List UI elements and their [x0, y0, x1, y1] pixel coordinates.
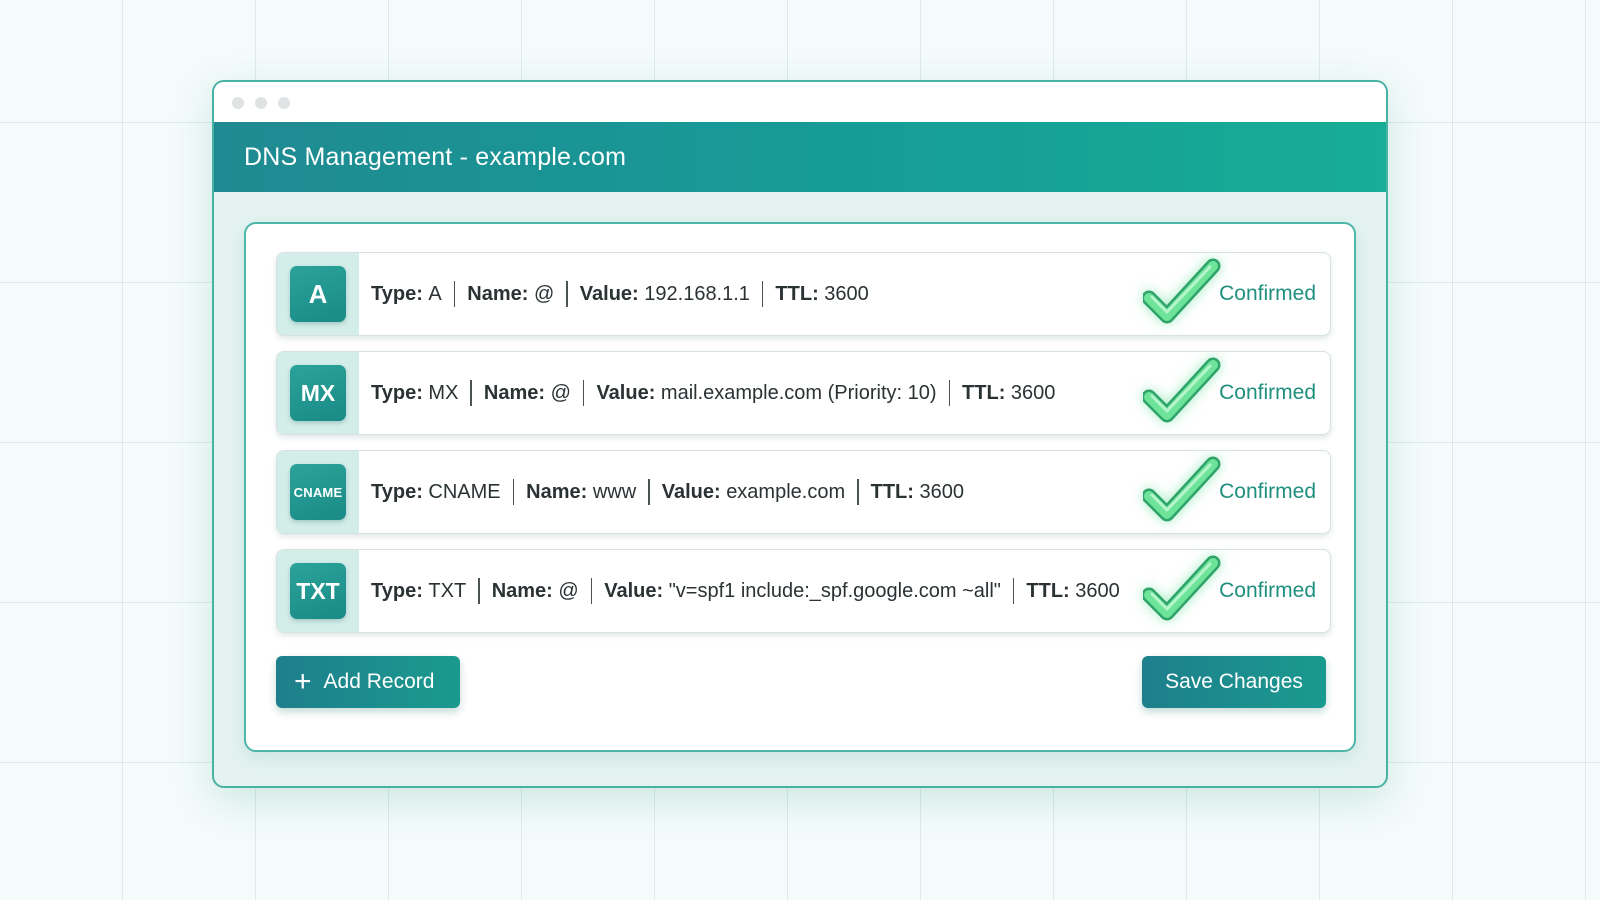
field-divider — [761, 281, 764, 307]
name-value: @ — [558, 579, 579, 602]
add-record-label: Add Record — [323, 670, 435, 693]
status-badge: Confirmed — [1219, 381, 1316, 404]
status-badge: Confirmed — [1219, 282, 1316, 305]
dns-record-row[interactable]: MX Type: MX Name: @ Value: mail.example.… — [276, 351, 1331, 435]
record-type-badge: MX — [290, 365, 346, 421]
add-record-button[interactable]: + Add Record — [276, 656, 460, 708]
record-badge-column: TXT — [277, 550, 359, 632]
check-icon — [1143, 456, 1221, 522]
field-divider — [453, 281, 456, 307]
value-label: Value: — [604, 579, 664, 602]
ttl-value: 3600 — [824, 282, 869, 305]
name-value: @ — [550, 381, 571, 404]
field-divider — [1012, 578, 1015, 604]
record-value: 192.168.1.1 — [644, 282, 750, 305]
status-badge: Confirmed — [1219, 579, 1316, 602]
record-type-badge: CNAME — [290, 464, 346, 520]
type-label: Type: — [371, 480, 423, 503]
ttl-label: TTL: — [870, 480, 914, 503]
page-header: DNS Management - example.com — [214, 122, 1386, 192]
ttl-value: 3600 — [1075, 579, 1120, 602]
field-divider — [478, 578, 480, 604]
type-value: A — [428, 282, 442, 305]
name-label: Name: — [467, 282, 529, 305]
value-label: Value: — [596, 381, 656, 404]
record-status: Confirmed — [1143, 253, 1316, 335]
ttl-value: 3600 — [1010, 381, 1056, 404]
window-titlebar — [214, 82, 1386, 122]
record-status: Confirmed — [1143, 451, 1316, 533]
save-changes-label: Save Changes — [1165, 670, 1303, 693]
field-divider — [857, 479, 859, 505]
field-divider — [470, 380, 472, 406]
type-value: TXT — [428, 579, 467, 602]
record-status: Confirmed — [1143, 550, 1316, 632]
record-value: example.com — [726, 480, 846, 503]
record-badge-column: MX — [277, 352, 359, 434]
field-divider — [566, 281, 568, 307]
record-type-badge: TXT — [290, 563, 346, 619]
type-label: Type: — [371, 282, 423, 305]
plus-icon: + — [294, 665, 312, 698]
ttl-label: TTL: — [962, 381, 1006, 404]
field-divider — [582, 380, 585, 406]
status-badge: Confirmed — [1219, 480, 1316, 503]
dns-records-panel: A Type: A Name: @ Value: 192.168.1.1 TTL… — [244, 222, 1356, 752]
field-divider — [590, 578, 593, 604]
type-value: MX — [428, 381, 459, 404]
dns-management-window: DNS Management - example.com A Type: A N… — [212, 80, 1388, 788]
record-status: Confirmed — [1143, 352, 1316, 434]
window-control-dot[interactable] — [255, 97, 267, 109]
check-icon — [1143, 258, 1221, 324]
check-icon — [1143, 555, 1221, 621]
type-label: Type: — [371, 381, 423, 404]
ttl-label: TTL: — [1026, 579, 1070, 602]
value-label: Value: — [661, 480, 721, 503]
type-value: CNAME — [428, 480, 501, 503]
record-value: "v=spf1 include:_spf.google.com ~all" — [668, 579, 1001, 602]
dns-record-row[interactable]: CNAME Type: CNAME Name: www Value: examp… — [276, 450, 1331, 534]
type-label: Type: — [371, 579, 423, 602]
name-label: Name: — [491, 579, 553, 602]
field-divider — [948, 380, 951, 406]
field-divider — [648, 479, 650, 505]
ttl-label: TTL: — [775, 282, 819, 305]
value-label: Value: — [579, 282, 639, 305]
record-type-badge: A — [290, 266, 346, 322]
ttl-value: 3600 — [919, 480, 965, 503]
record-value: mail.example.com (Priority: 10) — [660, 381, 937, 404]
window-control-dot[interactable] — [278, 97, 290, 109]
field-divider — [512, 479, 515, 505]
save-changes-button[interactable]: Save Changes — [1142, 656, 1326, 708]
record-badge-column: CNAME — [277, 451, 359, 533]
dns-record-row[interactable]: A Type: A Name: @ Value: 192.168.1.1 TTL… — [276, 252, 1331, 336]
name-value: @ — [533, 282, 555, 305]
name-label: Name: — [483, 381, 546, 404]
window-control-dot[interactable] — [232, 97, 244, 109]
dns-record-row[interactable]: TXT Type: TXT Name: @ Value: "v=spf1 inc… — [276, 549, 1331, 633]
name-label: Name: — [526, 480, 588, 503]
record-badge-column: A — [277, 253, 359, 335]
page-title: DNS Management - example.com — [244, 142, 627, 171]
name-value: www — [592, 480, 637, 503]
check-icon — [1143, 357, 1221, 423]
